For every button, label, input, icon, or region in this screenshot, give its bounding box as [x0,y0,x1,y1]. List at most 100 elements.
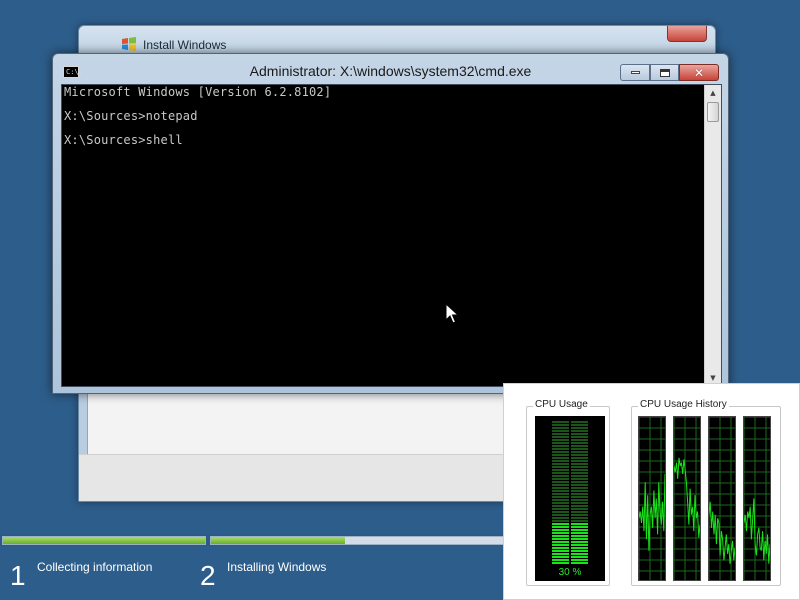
meter-segment-off [552,448,569,450]
step-label: Collecting information [37,560,153,574]
meter-segment-off [552,427,569,429]
install-windows-title: Install Windows [143,38,227,52]
close-button[interactable]: ✕ [679,64,719,81]
meter-segment-off [571,496,588,498]
close-icon: ✕ [693,65,705,80]
meter-segment-on [552,541,569,543]
meter-segment-off [552,451,569,453]
meter-segment-off [552,469,569,471]
meter-segment-on [571,562,588,564]
step-number: 2 [200,560,216,591]
meter-segment-off [552,514,569,516]
console-line: X:\Sources>shell [64,133,183,147]
cpu-core-graph [673,416,701,581]
meter-segment-on [552,559,569,561]
meter-segment-on [571,553,588,555]
meter-segment-on [552,529,569,531]
meter-segment-off [571,469,588,471]
meter-segment-off [571,520,588,522]
cpu-core-line-chart [744,417,770,580]
minimize-button[interactable] [620,64,650,81]
console-line: X:\Sources>notepad [64,109,198,123]
meter-segment-on [552,553,569,555]
maximize-button[interactable] [650,64,679,81]
cpu-core-graph [743,416,771,581]
cpu-history-group: CPU Usage History [631,399,781,586]
progress-fill [211,537,346,544]
meter-segment-on [571,535,588,537]
meter-segment-off [571,445,588,447]
install-close-button[interactable] [667,26,707,42]
meter-segment-off [571,427,588,429]
scrollbar-thumb[interactable] [707,102,719,122]
meter-segment-on [552,523,569,525]
progress-fill [3,537,205,544]
cpu-usage-group: CPU Usage 30 % [526,399,610,586]
meter-segment-on [571,532,588,534]
meter-segment-off [571,463,588,465]
meter-segment-on [571,544,588,546]
meter-segment-off [571,421,588,423]
meter-segment-off [571,466,588,468]
meter-segment-off [552,421,569,423]
meter-segment-off [571,478,588,480]
meter-segment-off [552,436,569,438]
progress-bar-installing [210,536,510,545]
meter-segment-off [552,430,569,432]
meter-segment-off [571,481,588,483]
meter-segment-off [571,448,588,450]
scroll-up-arrow-icon[interactable]: ▲ [705,85,721,101]
meter-segment-off [571,460,588,462]
meter-segment-on [552,547,569,549]
meter-segment-off [552,472,569,474]
cpu-core-line-chart [709,417,735,580]
cpu-core-graph [708,416,736,581]
meter-segment-off [552,478,569,480]
mouse-pointer-icon [445,303,459,324]
cpu-usage-bar-graph [552,421,588,564]
windows-flag-icon [122,37,136,51]
meter-segment-off [571,424,588,426]
meter-segment-on [552,550,569,552]
meter-segment-off [571,490,588,492]
meter-segment-off [552,433,569,435]
meter-segment-on [571,541,588,543]
cpu-core-line-chart [639,417,665,580]
meter-segment-on [571,523,588,525]
meter-segment-on [571,556,588,558]
meter-segment-off [552,511,569,513]
meter-segment-on [571,550,588,552]
cpu-core-line-chart [674,417,700,580]
meter-segment-off [552,484,569,486]
meter-segment-off [571,499,588,501]
console-area[interactable]: Microsoft Windows [Version 6.2.8102] X:\… [61,84,722,387]
meter-segment-on [552,526,569,528]
meter-segment-off [552,508,569,510]
meter-segment-off [571,436,588,438]
cpu-usage-meter: 30 % [535,416,605,581]
vertical-scrollbar[interactable]: ▲ ▼ [704,85,721,386]
meter-segment-on [571,538,588,540]
meter-segment-off [571,505,588,507]
meter-segment-off [571,508,588,510]
meter-segment-off [552,517,569,519]
console-output[interactable]: Microsoft Windows [Version 6.2.8102] X:\… [63,85,704,386]
meter-segment-off [552,487,569,489]
step-label: Installing Windows [227,560,327,574]
meter-segment-on [552,538,569,540]
step-number: 1 [10,560,26,591]
meter-segment-off [571,511,588,513]
meter-segment-on [552,562,569,564]
meter-segment-off [552,460,569,462]
meter-segment-off [552,463,569,465]
setup-progress-strip [0,534,520,546]
meter-segment-off [552,499,569,501]
meter-segment-off [571,472,588,474]
meter-segment-on [571,559,588,561]
meter-segment-on [552,535,569,537]
meter-segment-off [552,475,569,477]
meter-segment-off [571,442,588,444]
meter-segment-off [552,454,569,456]
meter-segment-off [571,517,588,519]
meter-segment-off [571,493,588,495]
